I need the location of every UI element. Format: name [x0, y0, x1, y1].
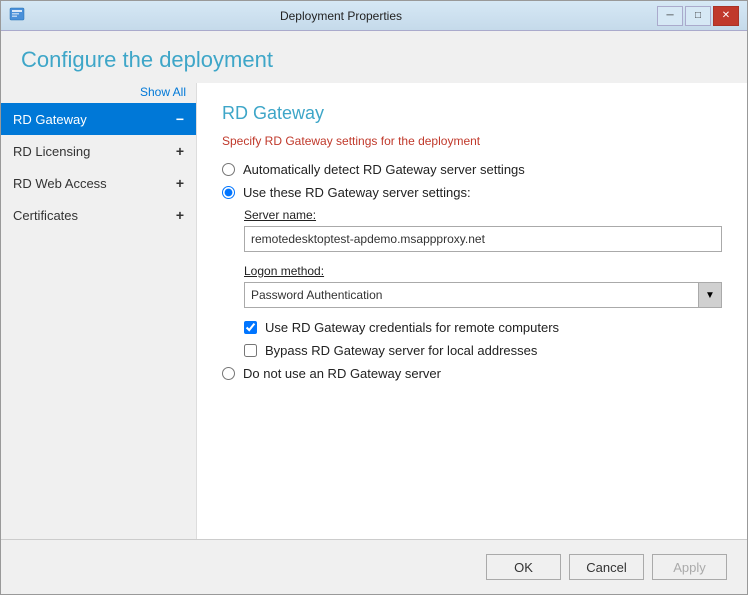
section-title: RD Gateway — [222, 103, 722, 124]
use-these-label: Use these RD Gateway server settings: — [243, 185, 471, 200]
use-credentials-checkbox[interactable] — [244, 321, 257, 334]
page-title: Configure the deployment — [21, 47, 727, 73]
sidebar-item-rd-web-access[interactable]: RD Web Access + — [1, 167, 196, 199]
use-credentials-label: Use RD Gateway credentials for remote co… — [265, 320, 559, 335]
server-name-label: Server name: — [244, 208, 722, 222]
titlebar-icon — [9, 6, 25, 25]
use-these-option[interactable]: Use these RD Gateway server settings: — [222, 185, 722, 200]
minimize-button[interactable]: ─ — [657, 6, 683, 26]
logon-method-label: Logon method: — [244, 264, 722, 278]
indented-settings: Server name: Logon method: Password Auth… — [244, 208, 722, 358]
show-all-link[interactable]: Show All — [1, 83, 196, 103]
bypass-option[interactable]: Bypass RD Gateway server for local addre… — [244, 343, 722, 358]
close-button[interactable]: ✕ — [713, 6, 739, 26]
bypass-checkbox[interactable] — [244, 344, 257, 357]
use-credentials-option[interactable]: Use RD Gateway credentials for remote co… — [244, 320, 722, 335]
cancel-button[interactable]: Cancel — [569, 554, 644, 580]
sidebar-item-rd-gateway[interactable]: RD Gateway − — [1, 103, 196, 135]
sidebar-item-rd-gateway-label: RD Gateway — [13, 112, 87, 127]
main-content: RD Gateway Specify RD Gateway settings f… — [196, 83, 747, 539]
sidebar-item-rd-gateway-icon: − — [176, 111, 184, 127]
use-these-radio[interactable] — [222, 186, 235, 199]
auto-detect-radio[interactable] — [222, 163, 235, 176]
sidebar: Show All RD Gateway − RD Licensing + RD … — [1, 83, 196, 539]
do-not-use-label: Do not use an RD Gateway server — [243, 366, 441, 381]
sidebar-item-rd-licensing-label: RD Licensing — [13, 144, 90, 159]
auto-detect-option[interactable]: Automatically detect RD Gateway server s… — [222, 162, 722, 177]
titlebar-controls: ─ □ ✕ — [657, 6, 739, 26]
logon-method-select[interactable]: Password Authentication Smart Card Allow… — [244, 282, 722, 308]
header-area: Configure the deployment — [1, 31, 747, 83]
section-subtitle: Specify RD Gateway settings for the depl… — [222, 134, 722, 148]
window: Deployment Properties ─ □ ✕ Configure th… — [0, 0, 748, 595]
apply-button[interactable]: Apply — [652, 554, 727, 580]
sidebar-item-rd-web-access-icon: + — [176, 175, 184, 191]
server-name-input[interactable] — [244, 226, 722, 252]
do-not-use-radio[interactable] — [222, 367, 235, 380]
auto-detect-label: Automatically detect RD Gateway server s… — [243, 162, 525, 177]
logon-method-wrapper: Password Authentication Smart Card Allow… — [244, 282, 722, 308]
sidebar-item-certificates-icon: + — [176, 207, 184, 223]
sidebar-item-rd-licensing[interactable]: RD Licensing + — [1, 135, 196, 167]
footer: OK Cancel Apply — [1, 539, 747, 594]
ok-button[interactable]: OK — [486, 554, 561, 580]
sidebar-item-certificates[interactable]: Certificates + — [1, 199, 196, 231]
sidebar-item-rd-licensing-icon: + — [176, 143, 184, 159]
do-not-use-option[interactable]: Do not use an RD Gateway server — [222, 366, 722, 381]
titlebar: Deployment Properties ─ □ ✕ — [1, 1, 747, 31]
sidebar-item-certificates-label: Certificates — [13, 208, 78, 223]
titlebar-title: Deployment Properties — [25, 9, 657, 23]
bypass-label: Bypass RD Gateway server for local addre… — [265, 343, 537, 358]
maximize-button[interactable]: □ — [685, 6, 711, 26]
sidebar-item-rd-web-access-label: RD Web Access — [13, 176, 107, 191]
window-body: Configure the deployment Show All RD Gat… — [1, 31, 747, 594]
content-area: Show All RD Gateway − RD Licensing + RD … — [1, 83, 747, 539]
